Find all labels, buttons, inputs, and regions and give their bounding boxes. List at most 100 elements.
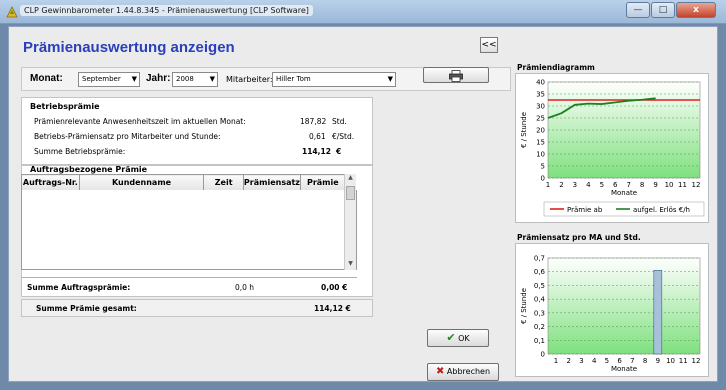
ok-button-label: OK — [458, 334, 470, 343]
scroll-down-icon[interactable]: ▼ — [345, 260, 356, 270]
chart1-y-tick-label: 40 — [536, 79, 545, 87]
summe-betrieb-value: 114,12 — [302, 147, 331, 156]
betrieb-section: Betriebsprämie Prämienrelevante Anwesenh… — [21, 97, 373, 165]
window-title: CLP Gewinnbarometer 1.44.8.345 - Prämien… — [20, 5, 313, 16]
chart1-legend-label: aufgel. Erlös €/h — [633, 206, 690, 214]
col-praemie[interactable]: Prämie — [299, 174, 346, 191]
chart1-x-tick-label: 4 — [586, 181, 591, 189]
maximize-icon[interactable]: □ — [651, 2, 675, 18]
mitarbeiter-label: Mitarbeiter: — [226, 75, 273, 84]
col-auftrags-nr[interactable]: Auftrags-Nr. — [21, 174, 80, 191]
monat-select-value: September — [82, 75, 121, 83]
chart1-x-tick-label: 3 — [573, 181, 577, 189]
chart1-legend-label: Prämie ab — [567, 206, 603, 214]
chart1-x-tick-label: 7 — [626, 181, 630, 189]
praemiensatz-value: 0,61 — [309, 132, 326, 141]
table-scrollbar[interactable]: ▲ ▼ — [344, 174, 356, 270]
chevron-down-icon: ▼ — [209, 75, 215, 83]
chart2-x-tick-label: 8 — [643, 357, 647, 365]
chart2-y-tick-label: 0,6 — [534, 268, 546, 276]
page-title: Prämienauswertung anzeigen — [23, 39, 235, 56]
monat-select[interactable]: September ▼ — [78, 72, 140, 87]
chart2-plot-area — [547, 257, 701, 355]
chart1-y-axis-label: € / Stunde — [520, 112, 528, 148]
col-praemiensatz[interactable]: Prämiensatz — [242, 174, 301, 191]
chart1-y-tick-label: 10 — [536, 151, 545, 159]
chart1-x-tick-label: 9 — [653, 181, 657, 189]
summe-auftrag-label: Summe Auftragsprämie: — [27, 283, 131, 292]
chart2-x-tick-label: 9 — [656, 357, 660, 365]
chart1-x-tick-label: 5 — [600, 181, 604, 189]
chart1-x-tick-label: 12 — [692, 181, 701, 189]
chart1-x-tick-label: 10 — [665, 181, 674, 189]
chart2-y-axis-label: € / Stunde — [520, 288, 528, 324]
anwesenheit-label: Prämienrelevante Anwesenheitszeit im akt… — [34, 117, 246, 126]
chevron-down-icon: ▼ — [131, 75, 137, 83]
chart2-y-tick-label: 0 — [541, 351, 545, 359]
chart2-y-tick-label: 0,2 — [534, 323, 545, 331]
window-controls: — □ x — [625, 2, 716, 18]
chart1-x-tick-label: 11 — [678, 181, 687, 189]
app-icon — [6, 6, 18, 18]
chart1-y-tick-label: 5 — [541, 163, 545, 171]
gesamt-label: Summe Prämie gesamt: — [36, 304, 137, 313]
summe-betrieb-unit: € — [336, 147, 342, 156]
cancel-button-label: Abbrechen — [446, 367, 491, 376]
scroll-up-icon[interactable]: ▲ — [345, 174, 356, 184]
chart2-y-tick-label: 0,7 — [534, 255, 545, 263]
chart2-x-axis-label: Monate — [611, 365, 637, 373]
jahr-select[interactable]: 2008 ▼ — [172, 72, 218, 87]
scroll-thumb[interactable] — [346, 186, 355, 200]
auftrag-table-body[interactable]: ▲ ▼ — [21, 174, 357, 270]
jahr-label: Jahr: — [146, 73, 171, 84]
anwesenheit-value: 187,82 — [300, 117, 327, 126]
col-kundenname[interactable]: Kundenname — [78, 174, 205, 191]
table-header-row: Auftrags-Nr. Kundenname Zeit Prämiensatz… — [21, 174, 358, 191]
chart1-y-tick-label: 35 — [536, 91, 545, 99]
mitarbeiter-select[interactable]: Hiller Tom ▼ — [272, 72, 396, 87]
jahr-select-value: 2008 — [176, 75, 194, 83]
praemiendiagramm-chart: 05101520253035401 2 3 4 5 6 7 8 9 10 11 12Monate€ /… — [520, 79, 705, 217]
praemiensatz-panel: 0 0,1 0,2 0,3 0,4 0,5 0,6 0,7 1 2 3 4 5 6 7 8 9 10 11 12 Mon… — [515, 243, 709, 377]
praemiensatz-unit: €/Std. — [332, 132, 355, 141]
cancel-button[interactable]: ✖ Abbrechen — [427, 363, 499, 381]
chart2-x-tick-label: 3 — [579, 357, 583, 365]
chart1-y-tick-label: 20 — [536, 127, 545, 135]
monat-label: Monat: — [30, 73, 63, 84]
chart2-x-tick-label: 10 — [666, 357, 675, 365]
chart2-x-tick-label: 11 — [679, 357, 688, 365]
chart1-x-tick-label: 2 — [559, 181, 563, 189]
gesamt-row: Summe Prämie gesamt: 114,12 € — [21, 299, 373, 317]
window-titlebar: CLP Gewinnbarometer 1.44.8.345 - Prämien… — [0, 0, 726, 24]
summe-auftrag-value: 0,00 € — [321, 283, 348, 292]
chart1-x-tick-label: 8 — [640, 181, 644, 189]
collapse-panel-button[interactable]: << — [480, 37, 498, 53]
anwesenheit-unit: Std. — [332, 117, 347, 126]
betrieb-header: Betriebsprämie — [30, 102, 100, 111]
summe-auftrag-row: Summe Auftragsprämie: 0,0 h 0,00 € — [21, 277, 357, 295]
chevron-down-icon: ▼ — [387, 75, 393, 83]
chart2-x-tick-label: 7 — [630, 357, 634, 365]
chart2-y-tick-label: 0,3 — [534, 309, 545, 317]
chart1-title: Prämiendiagramm — [517, 63, 595, 72]
chart1-x-tick-label: 1 — [546, 181, 550, 189]
chart1-y-tick-label: 15 — [536, 139, 545, 147]
praemiendiagramm-panel: 0 5 10 15 20 25 30 35 40 1 2 3 4 5 6 7 8 9 10 11 12 Monate € /… — [515, 73, 709, 223]
col-zeit[interactable]: Zeit — [203, 174, 244, 191]
print-button[interactable] — [423, 67, 489, 83]
close-button[interactable]: x — [676, 2, 716, 18]
chart2-x-tick-label: 1 — [554, 357, 558, 365]
main-window-client: Prämienauswertung anzeigen << Monat: Sep… — [8, 26, 718, 382]
chart2-y-tick-label: 0,1 — [534, 337, 545, 345]
chart1-y-tick-label: 25 — [536, 115, 545, 123]
minimize-icon[interactable]: — — [626, 2, 650, 18]
chart2-y-tick-label: 0,4 — [534, 296, 546, 304]
printer-icon — [449, 70, 463, 82]
auftrag-header: Auftragsbezogene Prämie — [30, 165, 148, 174]
chart2-x-tick-label: 4 — [592, 357, 597, 365]
ok-button[interactable]: ✔ OK — [427, 329, 489, 347]
chart2-x-tick-label: 2 — [566, 357, 570, 365]
x-icon: ✖ — [435, 366, 445, 377]
chart2-x-tick-label: 6 — [617, 357, 622, 365]
auftrag-table: Auftrags-Nr. Kundenname Zeit Prämiensatz… — [21, 174, 357, 191]
